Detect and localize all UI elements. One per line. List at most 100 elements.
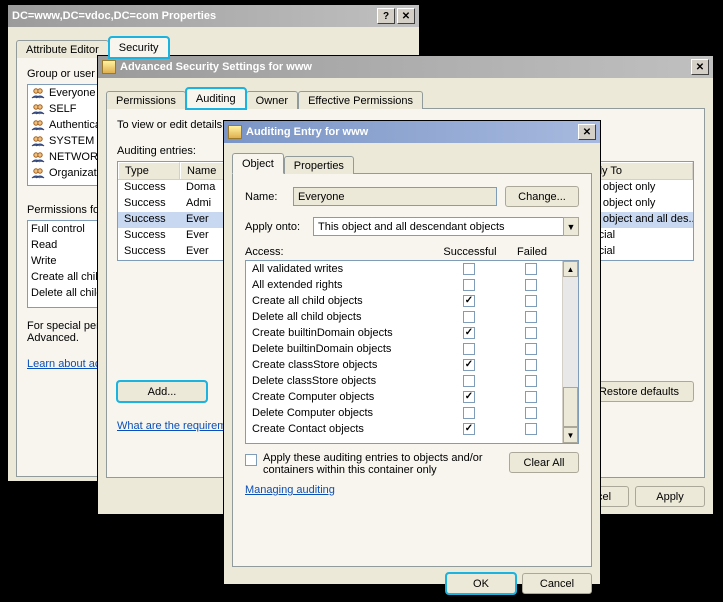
- scroll-thumb[interactable]: [563, 387, 578, 427]
- titlebar[interactable]: DC=www,DC=vdoc,DC=com Properties ? ✕: [8, 5, 419, 27]
- successful-checkbox[interactable]: [463, 359, 475, 371]
- cell-type: Success: [118, 228, 180, 244]
- list-item-label: Read: [31, 239, 57, 251]
- access-row: Delete builtinDomain objects: [246, 341, 562, 357]
- access-name: Delete Computer objects: [246, 407, 438, 419]
- access-row: Create Computer objects: [246, 389, 562, 405]
- tab-owner[interactable]: Owner: [246, 91, 298, 109]
- apply-onto-label: Apply onto:: [245, 221, 307, 233]
- apply-onto-value[interactable]: [313, 217, 563, 236]
- tab-permissions[interactable]: Permissions: [106, 91, 186, 109]
- cell-type: Success: [118, 196, 180, 212]
- access-row: Create all child objects: [246, 293, 562, 309]
- apply-entries-label: Apply these auditing entries to objects …: [263, 452, 503, 476]
- tab-properties[interactable]: Properties: [284, 156, 354, 174]
- group-icon: [31, 118, 45, 132]
- access-name: All extended rights: [246, 279, 438, 291]
- failed-checkbox[interactable]: [525, 311, 537, 323]
- access-name: Delete all child objects: [246, 311, 438, 323]
- apply-onto-select[interactable]: ▼: [313, 217, 579, 236]
- tabs: Object Properties: [232, 151, 592, 173]
- successful-checkbox[interactable]: [463, 343, 475, 355]
- failed-checkbox[interactable]: [525, 359, 537, 371]
- successful-checkbox[interactable]: [463, 407, 475, 419]
- access-row: Delete classStore objects: [246, 373, 562, 389]
- scroll-down-icon[interactable]: ▼: [563, 427, 578, 443]
- tab-effective-permissions[interactable]: Effective Permissions: [298, 91, 423, 109]
- titlebar[interactable]: Auditing Entry for www ✕: [224, 121, 600, 143]
- tabs: Permissions Auditing Owner Effective Per…: [106, 86, 705, 108]
- access-name: All validated writes: [246, 263, 438, 275]
- access-name: Create classStore objects: [246, 359, 438, 371]
- help-button[interactable]: ?: [377, 8, 395, 24]
- access-name: Create Contact objects: [246, 423, 438, 435]
- folder-icon: [102, 60, 116, 74]
- managing-auditing-link[interactable]: Managing auditing: [245, 484, 335, 496]
- access-name: Create Computer objects: [246, 391, 438, 403]
- access-grid[interactable]: All validated writes All extended rights C…: [245, 260, 579, 444]
- access-row: Delete all child objects: [246, 309, 562, 325]
- chevron-down-icon[interactable]: ▼: [563, 217, 579, 236]
- failed-checkbox[interactable]: [525, 295, 537, 307]
- failed-checkbox[interactable]: [525, 407, 537, 419]
- successful-checkbox[interactable]: [463, 327, 475, 339]
- failed-checkbox[interactable]: [525, 391, 537, 403]
- successful-checkbox[interactable]: [463, 295, 475, 307]
- scrollbar[interactable]: ▲ ▼: [562, 261, 578, 443]
- group-icon: [31, 166, 45, 180]
- group-icon: [31, 150, 45, 164]
- group-icon: [31, 86, 45, 100]
- failed-checkbox[interactable]: [525, 327, 537, 339]
- list-item-label: Full control: [31, 223, 85, 235]
- tab-security[interactable]: Security: [109, 37, 169, 58]
- col-successful: Successful: [439, 246, 501, 258]
- successful-checkbox[interactable]: [463, 311, 475, 323]
- access-name: Delete classStore objects: [246, 375, 438, 387]
- failed-checkbox[interactable]: [525, 375, 537, 387]
- successful-checkbox[interactable]: [463, 375, 475, 387]
- cell-type: Success: [118, 244, 180, 260]
- folder-icon: [228, 125, 242, 139]
- access-name: Create all child objects: [246, 295, 438, 307]
- failed-checkbox[interactable]: [525, 279, 537, 291]
- close-button[interactable]: ✕: [397, 8, 415, 24]
- failed-checkbox[interactable]: [525, 423, 537, 435]
- scroll-up-icon[interactable]: ▲: [563, 261, 578, 277]
- failed-checkbox[interactable]: [525, 343, 537, 355]
- cell-type: Success: [118, 212, 180, 228]
- tab-auditing[interactable]: Auditing: [186, 88, 246, 109]
- auditing-entry-window: Auditing Entry for www ✕ Object Properti…: [223, 120, 601, 585]
- add-button[interactable]: Add...: [117, 381, 207, 402]
- successful-checkbox[interactable]: [463, 391, 475, 403]
- col-failed: Failed: [501, 246, 563, 258]
- clear-all-button[interactable]: Clear All: [509, 452, 579, 473]
- successful-checkbox[interactable]: [463, 279, 475, 291]
- list-item-label: SYSTEM: [49, 135, 94, 147]
- tab-object[interactable]: Object: [232, 153, 284, 174]
- titlebar[interactable]: Advanced Security Settings for www ✕: [98, 56, 713, 78]
- failed-checkbox[interactable]: [525, 263, 537, 275]
- list-item-label: Write: [31, 255, 56, 267]
- name-field: [293, 187, 497, 206]
- access-name: Create builtinDomain objects: [246, 327, 438, 339]
- tab-attribute-editor[interactable]: Attribute Editor: [16, 40, 109, 58]
- name-label: Name:: [245, 191, 285, 203]
- col-type[interactable]: Type: [118, 162, 180, 179]
- apply-button[interactable]: Apply: [635, 486, 705, 507]
- close-button[interactable]: ✕: [578, 124, 596, 140]
- close-button[interactable]: ✕: [691, 59, 709, 75]
- title-text: Auditing Entry for www: [246, 126, 576, 138]
- access-row: Create classStore objects: [246, 357, 562, 373]
- successful-checkbox[interactable]: [463, 423, 475, 435]
- group-icon: [31, 134, 45, 148]
- access-row: Create Contact objects: [246, 421, 562, 437]
- group-icon: [31, 102, 45, 116]
- list-item-label: Everyone: [49, 87, 95, 99]
- title-text: DC=www,DC=vdoc,DC=com Properties: [12, 10, 375, 22]
- access-row: Create builtinDomain objects: [246, 325, 562, 341]
- apply-entries-checkbox[interactable]: [245, 454, 257, 466]
- access-row: All validated writes: [246, 261, 562, 277]
- access-row: All extended rights: [246, 277, 562, 293]
- change-button[interactable]: Change...: [505, 186, 579, 207]
- successful-checkbox[interactable]: [463, 263, 475, 275]
